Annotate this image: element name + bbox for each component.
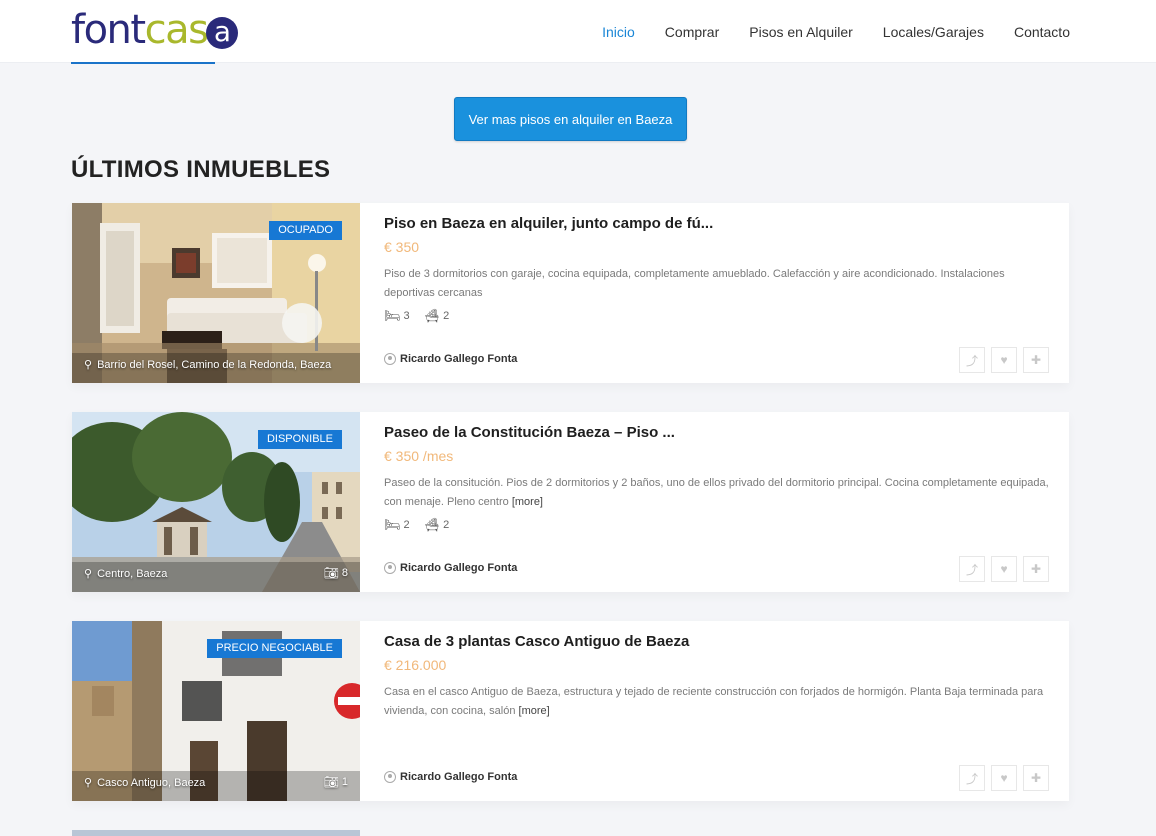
listing-info: Piso en Baeza en alquiler, junto campo d…	[384, 203, 1049, 383]
photo-count[interactable]: 📷︎ 8	[324, 566, 348, 580]
main-nav: Inicio Comprar Pisos en Alquiler Locales…	[572, 0, 1070, 63]
listing-amenities: 🛏︎ 2 🛁︎ 2	[384, 517, 463, 533]
listing-title[interactable]: Casa de 3 plantas Casco Antiguo de Baeza	[384, 633, 689, 650]
listing-image-partial[interactable]	[72, 830, 360, 836]
compare-button[interactable]: ✚	[1023, 765, 1049, 791]
section-title: ÚLTIMOS INMUEBLES	[71, 156, 331, 183]
listing-location: ⚲ Casco Antiguo, Baeza	[84, 776, 206, 790]
share-icon: ⤴	[965, 771, 978, 786]
bed-count: 3	[403, 310, 410, 322]
nav-locales-garajes[interactable]: Locales/Garajes	[883, 24, 984, 40]
heart-icon: ♥	[1000, 771, 1008, 785]
camera-icon: 📷︎	[323, 566, 339, 580]
more-link[interactable]: [more]	[519, 705, 550, 717]
favorite-button[interactable]: ♥	[991, 347, 1017, 373]
status-badge: OCUPADO	[269, 221, 342, 240]
nav-comprar[interactable]: Comprar	[665, 24, 719, 40]
listing-description-text: Paseo de la consitución. Pios de 2 dormi…	[384, 477, 1049, 508]
listing-location-text: Centro, Baeza	[97, 567, 168, 580]
listing-description: Piso de 3 dormitorios con garaje, cocina…	[384, 265, 1049, 303]
listing-description: Casa en el casco Antiguo de Baeza, estru…	[384, 683, 1049, 721]
more-rentals-button[interactable]: Ver mas pisos en alquiler en Baeza	[454, 97, 687, 141]
map-pin-icon: ⚲	[84, 777, 93, 789]
listing-amenities: 🛏︎ 3 🛁︎ 2	[384, 308, 463, 324]
listing-info: Paseo de la Constitución Baeza – Piso ..…	[384, 412, 1049, 592]
nav-pisos-alquiler[interactable]: Pisos en Alquiler	[749, 24, 853, 40]
listing-card[interactable]: DISPONIBLE ⚲ Centro, Baeza 📷︎ 8 Paseo de…	[72, 412, 1069, 592]
listing-image[interactable]: PRECIO NEGOCIABLE ⚲ Casco Antiguo, Baeza…	[72, 621, 360, 801]
listing-card[interactable]: OCUPADO ⚲ Barrio del Rosel, Camino de la…	[72, 203, 1069, 383]
nav-contacto[interactable]: Contacto	[1014, 24, 1070, 40]
bath-icon: 🛁︎	[423, 308, 441, 323]
listing-location-text: Barrio del Rosel, Camino de la Redonda, …	[97, 358, 332, 371]
more-link[interactable]: [more]	[512, 496, 543, 508]
plus-icon: ✚	[1030, 562, 1042, 576]
listing-agent[interactable]: Ricardo Gallego Fonta	[384, 562, 517, 574]
photo-count-number: 8	[341, 567, 348, 579]
photo-count-number: 1	[341, 776, 348, 788]
share-icon: ⤴	[965, 562, 978, 577]
photo-count[interactable]: 📷︎ 1	[324, 775, 348, 789]
share-icon: ⤴	[965, 353, 978, 368]
camera-icon: 📷︎	[323, 775, 339, 789]
listing-location: ⚲ Barrio del Rosel, Camino de la Redonda…	[84, 358, 332, 372]
heart-icon: ♥	[1000, 353, 1008, 367]
nav-inicio[interactable]: Inicio	[602, 24, 635, 40]
listing-info: Casa de 3 plantas Casco Antiguo de Baeza…	[384, 621, 1049, 801]
listing-image[interactable]: DISPONIBLE ⚲ Centro, Baeza 📷︎ 8	[72, 412, 360, 592]
listing-actions: ⤴ ♥ ✚	[953, 347, 1049, 373]
agent-name: Ricardo Gallego Fonta	[400, 353, 518, 365]
site-header: font cas a Inicio Comprar Pisos en Alquile…	[0, 0, 1156, 64]
listing-actions: ⤴ ♥ ✚	[953, 556, 1049, 582]
listing-description-text: Casa en el casco Antiguo de Baeza, estru…	[384, 686, 1044, 717]
listing-price: € 350 /mes	[384, 448, 454, 464]
share-button[interactable]: ⤴	[959, 556, 985, 582]
status-badge: DISPONIBLE	[257, 430, 342, 449]
logo-text-a: a	[206, 17, 239, 49]
agent-name: Ricardo Gallego Fonta	[400, 562, 518, 574]
listing-price: € 216.000	[384, 657, 447, 673]
agent-name: Ricardo Gallego Fonta	[400, 771, 518, 783]
bath-count: 2	[443, 310, 450, 322]
favorite-button[interactable]: ♥	[991, 765, 1017, 791]
status-badge: PRECIO NEGOCIABLE	[207, 639, 342, 658]
favorite-button[interactable]: ♥	[991, 556, 1017, 582]
plus-icon: ✚	[1030, 353, 1042, 367]
avatar-icon	[384, 562, 396, 574]
compare-button[interactable]: ✚	[1023, 347, 1049, 373]
bed-icon: 🛏︎	[384, 308, 401, 323]
listing-title[interactable]: Piso en Baeza en alquiler, junto campo d…	[384, 215, 713, 232]
listing-title[interactable]: Paseo de la Constitución Baeza – Piso ..…	[384, 424, 675, 441]
plus-icon: ✚	[1030, 771, 1042, 785]
map-pin-icon: ⚲	[84, 568, 93, 580]
logo-text-font: font	[71, 7, 146, 53]
site-logo[interactable]: font cas a	[71, 7, 239, 53]
avatar-icon	[384, 353, 396, 365]
listing-description-text: Piso de 3 dormitorios con garaje, cocina…	[384, 268, 1005, 299]
listing-agent[interactable]: Ricardo Gallego Fonta	[384, 771, 517, 783]
listing-location: ⚲ Centro, Baeza	[84, 567, 168, 581]
avatar-icon	[384, 771, 396, 783]
listing-location-text: Casco Antiguo, Baeza	[97, 776, 206, 789]
listing-price: € 350	[384, 239, 420, 255]
bath-count: 2	[443, 519, 450, 531]
share-button[interactable]: ⤴	[959, 347, 985, 373]
map-pin-icon: ⚲	[84, 359, 93, 371]
listing-agent[interactable]: Ricardo Gallego Fonta	[384, 353, 517, 365]
bed-count: 2	[403, 519, 410, 531]
bed-icon: 🛏︎	[384, 517, 401, 532]
compare-button[interactable]: ✚	[1023, 556, 1049, 582]
listing-card[interactable]: PRECIO NEGOCIABLE ⚲ Casco Antiguo, Baeza…	[72, 621, 1069, 801]
heart-icon: ♥	[1000, 562, 1008, 576]
listing-description: Paseo de la consitución. Pios de 2 dormi…	[384, 474, 1049, 512]
listing-actions: ⤴ ♥ ✚	[953, 765, 1049, 791]
share-button[interactable]: ⤴	[959, 765, 985, 791]
listing-image[interactable]: OCUPADO ⚲ Barrio del Rosel, Camino de la…	[72, 203, 360, 383]
bath-icon: 🛁︎	[423, 517, 441, 532]
header-accent-line	[71, 62, 215, 64]
logo-text-cas: cas	[144, 7, 209, 53]
